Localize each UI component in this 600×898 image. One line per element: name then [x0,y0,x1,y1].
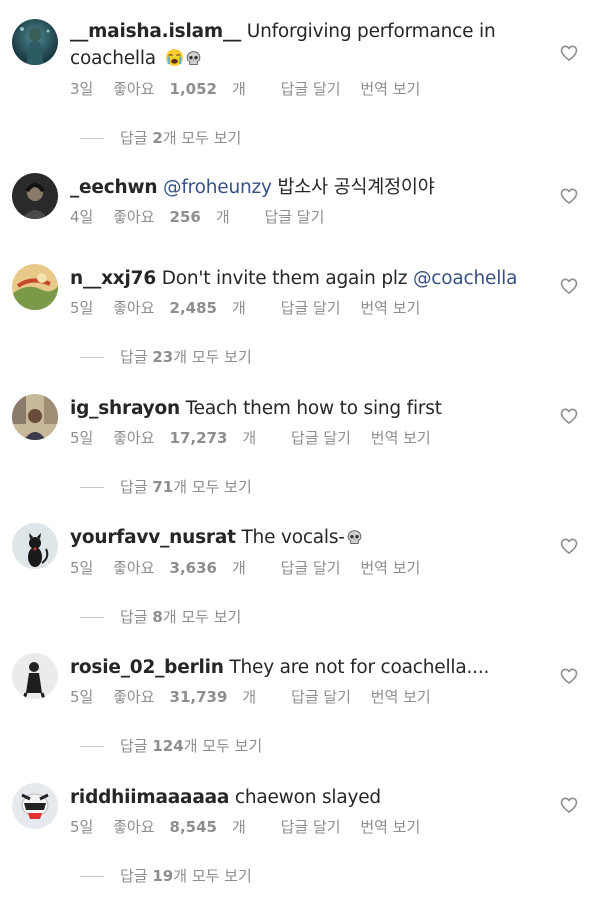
comment-body: chaewon slayed [229,787,381,808]
comment-text: riddhiimaaaaaa chaewon slayed [70,784,530,811]
comment-body: Teach them how to sing first [180,398,442,419]
view-replies-button[interactable]: 답글 124개 모두 보기 [80,736,262,756]
divider [80,746,104,747]
reply-button[interactable]: 답글 달기 [281,817,341,837]
like-heart-icon[interactable] [559,186,579,206]
likes-count[interactable]: 좋아요 256 개 [113,207,245,227]
comment-body: 밥소사 공식계정이야 [271,177,435,198]
comment-username[interactable]: n__xxj76 [70,268,156,289]
like-heart-icon[interactable] [559,536,579,556]
comment-text: __maisha.islam__ Unforgiving performance… [70,18,530,75]
reply-button[interactable]: 답글 달기 [264,207,324,227]
comment-meta: 5일 좋아요 31,739 개 답글 달기 번역 보기 [70,687,446,707]
likes-count[interactable]: 좋아요 17,273 개 [113,428,271,448]
divider [80,487,104,488]
likes-count[interactable]: 좋아요 2,485 개 [113,298,261,318]
comment-time: 5일 [70,818,94,836]
likes-count[interactable]: 좋아요 3,636 개 [113,558,261,578]
translate-button[interactable]: 번역 보기 [360,817,420,837]
mention-link[interactable]: @froheunzy [157,177,272,198]
translate-button[interactable]: 번역 보기 [360,298,420,318]
like-heart-icon[interactable] [559,43,579,63]
comment-body: Don't invite them again plz [156,268,413,289]
likes-count[interactable]: 좋아요 31,739 개 [113,687,271,707]
like-heart-icon[interactable] [559,795,579,815]
skull-icon [185,48,202,75]
avatar[interactable] [12,264,58,310]
avatar[interactable] [12,394,58,440]
comment-meta: 5일 좋아요 3,636 개 답글 달기 번역 보기 [70,558,435,578]
reply-button[interactable]: 답글 달기 [291,428,351,448]
like-heart-icon[interactable] [559,666,579,686]
translate-button[interactable]: 번역 보기 [360,558,420,578]
translate-button[interactable]: 번역 보기 [360,79,420,99]
comment-text: yourfavv_nusrat The vocals- [70,524,530,554]
comment-meta: 5일 좋아요 2,485 개 답글 달기 번역 보기 [70,298,435,318]
avatar[interactable] [12,783,58,829]
comment-meta: 3일 좋아요 1,052 개 답글 달기 번역 보기 [70,79,435,99]
likes-count[interactable]: 좋아요 8,545 개 [113,817,261,837]
avatar[interactable] [12,173,58,219]
comment-text: rosie_02_berlin They are not for coachel… [70,654,530,681]
view-replies-button[interactable]: 답글 19개 모두 보기 [80,866,252,886]
like-heart-icon[interactable] [559,276,579,296]
comment-meta: 4일 좋아요 256 개 답글 달기 [70,207,339,227]
comment-username[interactable]: yourfavv_nusrat [70,527,236,548]
comment-username[interactable]: _eechwn [70,177,158,198]
comment-meta: 5일 좋아요 8,545 개 답글 달기 번역 보기 [70,817,435,837]
mention-link[interactable]: @coachella [413,268,517,289]
avatar[interactable] [12,653,58,699]
comment-time: 3일 [70,80,94,98]
comment-time: 5일 [70,559,94,577]
reply-button[interactable]: 답글 달기 [281,558,341,578]
skull-icon [346,527,363,554]
view-replies-button[interactable]: 답글 23개 모두 보기 [80,347,252,367]
translate-button[interactable]: 번역 보기 [371,428,431,448]
comment-body: The vocals- [235,527,345,548]
divider [80,138,104,139]
divider [80,357,104,358]
divider [80,617,104,618]
comment-username[interactable]: __maisha.islam__ [70,21,241,42]
avatar[interactable] [12,523,58,569]
comment-username[interactable]: rosie_02_berlin [70,657,224,678]
view-replies-button[interactable]: 답글 8개 모두 보기 [80,607,241,627]
likes-count[interactable]: 좋아요 1,052 개 [113,79,261,99]
comment-text: n__xxj76 Don't invite them again plz @co… [70,265,530,292]
reply-button[interactable]: 답글 달기 [281,79,341,99]
divider [80,876,104,877]
comment-body: They are not for coachella.... [223,657,490,678]
comment-text: ig_shrayon Teach them how to sing first [70,395,530,422]
comment-text: _eechwn @froheunzy 밥소사 공식계정이야 [70,174,530,201]
comment-username[interactable]: ig_shrayon [70,398,180,419]
comment-time: 5일 [70,688,94,706]
translate-button[interactable]: 번역 보기 [371,687,431,707]
like-heart-icon[interactable] [559,406,579,426]
reply-button[interactable]: 답글 달기 [291,687,351,707]
comment-time: 4일 [70,208,94,226]
view-replies-button[interactable]: 답글 2개 모두 보기 [80,128,241,148]
reply-button[interactable]: 답글 달기 [281,298,341,318]
view-replies-button[interactable]: 답글 71개 모두 보기 [80,477,252,497]
avatar[interactable] [12,19,58,65]
comment-time: 5일 [70,299,94,317]
loudly-crying-face-icon [165,48,184,75]
comment-time: 5일 [70,429,94,447]
comment-meta: 5일 좋아요 17,273 개 답글 달기 번역 보기 [70,428,446,448]
comment-username[interactable]: riddhiimaaaaaa [70,787,229,808]
